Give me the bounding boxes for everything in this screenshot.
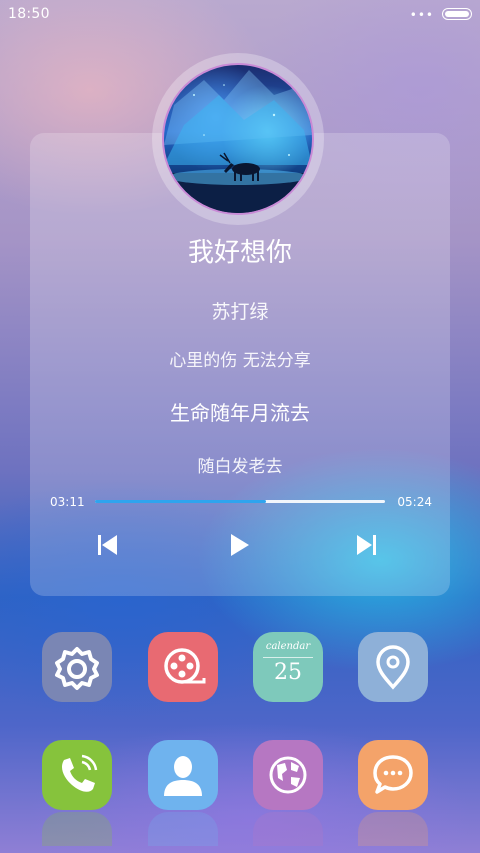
previous-button[interactable] <box>92 530 122 560</box>
video-app[interactable] <box>148 632 218 702</box>
status-time: 18:50 <box>8 6 50 22</box>
calendar-label: calendar <box>265 641 311 652</box>
messages-app-reflection <box>358 812 428 846</box>
total-time: 05:24 <box>397 495 432 509</box>
album-art[interactable] <box>162 63 314 215</box>
contacts-app[interactable] <box>148 740 218 810</box>
globe-icon <box>269 756 307 794</box>
calendar-app[interactable]: calendar 25 <box>253 632 323 702</box>
phone-app[interactable] <box>42 740 112 810</box>
settings-app[interactable] <box>42 632 112 702</box>
contact-icon <box>164 756 202 796</box>
progress-fill <box>95 500 267 503</box>
phone-icon <box>61 754 98 792</box>
skip-next-icon <box>357 535 376 555</box>
maps-app[interactable] <box>358 632 428 702</box>
artist-name: 苏打绿 <box>211 301 269 323</box>
phone-app-reflection <box>42 812 112 846</box>
location-pin-icon <box>376 645 410 690</box>
current-time: 03:11 <box>50 495 85 509</box>
lyric-line: 心里的伤 无法分享 <box>169 351 311 371</box>
album-scene-icon <box>164 70 312 213</box>
next-button[interactable] <box>352 530 382 560</box>
messages-app[interactable] <box>358 740 428 810</box>
film-reel-icon <box>164 648 206 684</box>
play-button[interactable] <box>224 530 254 560</box>
skip-previous-icon <box>98 535 117 555</box>
calendar-day: 25 <box>274 660 302 685</box>
signal-dots-icon: ••• <box>409 8 434 22</box>
play-icon <box>231 534 249 556</box>
status-bar: 18:50 ••• <box>0 0 480 30</box>
calendar-divider <box>263 657 313 658</box>
lyric-line-current: 生命随年月流去 <box>170 401 310 425</box>
browser-app-reflection <box>253 812 323 846</box>
contacts-app-reflection <box>148 812 218 846</box>
chat-icon <box>373 755 413 794</box>
battery-icon <box>442 8 472 20</box>
gear-icon <box>55 647 99 690</box>
song-title: 我好想你 <box>187 238 292 268</box>
lyric-line: 随白发老去 <box>197 457 283 477</box>
progress-bar[interactable] <box>95 500 385 503</box>
browser-app[interactable] <box>253 740 323 810</box>
